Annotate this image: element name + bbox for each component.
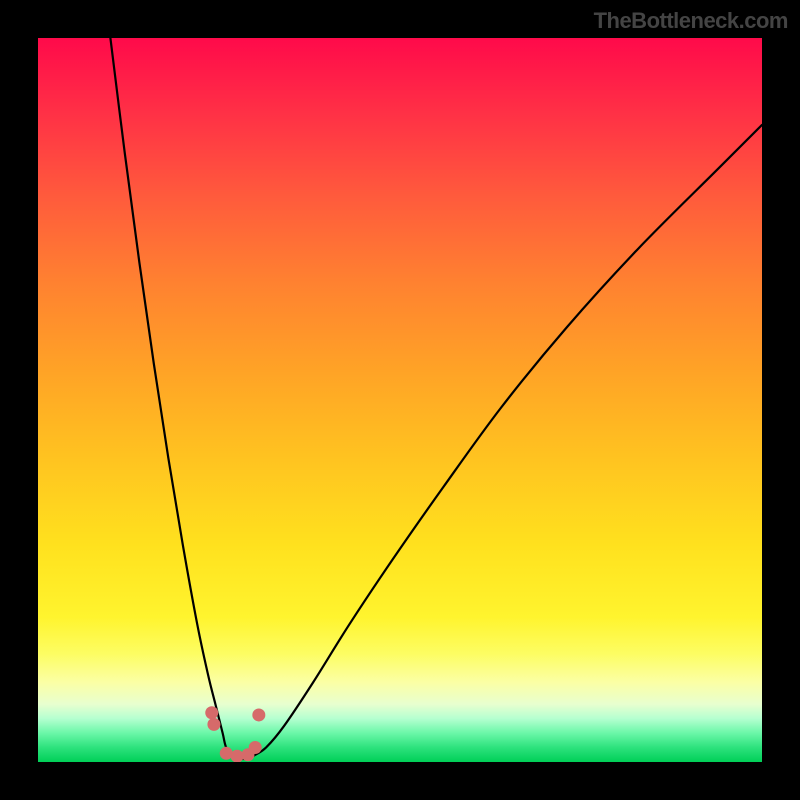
plot-area	[38, 38, 762, 762]
marker-point	[220, 747, 233, 760]
chart-container: TheBottleneck.com	[0, 0, 800, 800]
curve-svg	[38, 38, 762, 762]
marker-point	[207, 718, 220, 731]
watermark-text: TheBottleneck.com	[594, 8, 788, 34]
marker-point	[249, 741, 262, 754]
marker-point	[252, 708, 265, 721]
bottleneck-curve	[110, 38, 762, 759]
marker-point	[205, 706, 218, 719]
marker-group	[205, 706, 265, 762]
